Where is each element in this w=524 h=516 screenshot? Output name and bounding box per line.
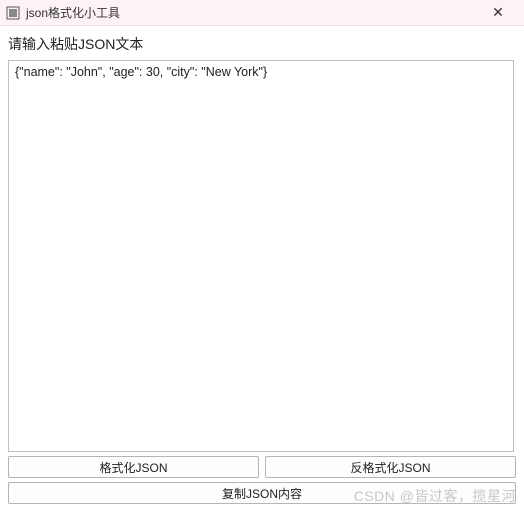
json-input[interactable] bbox=[15, 65, 507, 447]
content-area: 请输入粘贴JSON文本 格式化JSON 反格式化JSON 复制JSON内容 bbox=[0, 26, 524, 512]
copy-button[interactable]: 复制JSON内容 bbox=[8, 482, 516, 504]
close-button[interactable]: ✕ bbox=[478, 0, 518, 26]
close-icon: ✕ bbox=[492, 4, 504, 21]
app-icon bbox=[6, 6, 20, 20]
unformat-button[interactable]: 反格式化JSON bbox=[265, 456, 516, 478]
prompt-label: 请输入粘贴JSON文本 bbox=[8, 34, 516, 54]
json-input-container bbox=[8, 60, 514, 452]
format-button[interactable]: 格式化JSON bbox=[8, 456, 259, 478]
button-row-1: 格式化JSON 反格式化JSON bbox=[8, 456, 516, 478]
button-row-2: 复制JSON内容 bbox=[8, 482, 516, 504]
titlebar: json格式化小工具 ✕ bbox=[0, 0, 524, 26]
window-title: json格式化小工具 bbox=[26, 4, 478, 21]
